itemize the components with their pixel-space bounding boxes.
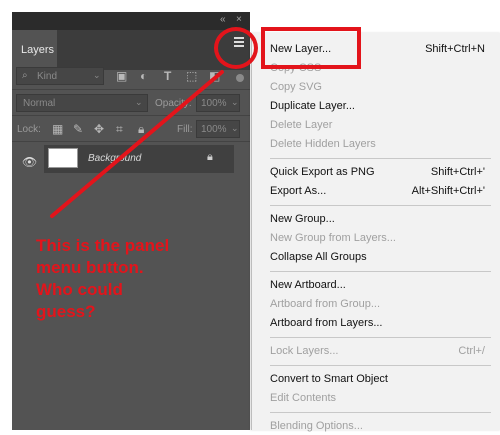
annotation-line: This is the panel: [36, 236, 170, 255]
annotation-line: guess?: [36, 302, 96, 321]
annotation-arrow: [50, 70, 224, 218]
annotation-text: This is the panel menu button. Who could…: [36, 235, 236, 323]
annotation-arrow-line: [50, 70, 224, 218]
annotation-line: menu button.: [36, 258, 144, 277]
annotation-line: Who could: [36, 280, 123, 299]
